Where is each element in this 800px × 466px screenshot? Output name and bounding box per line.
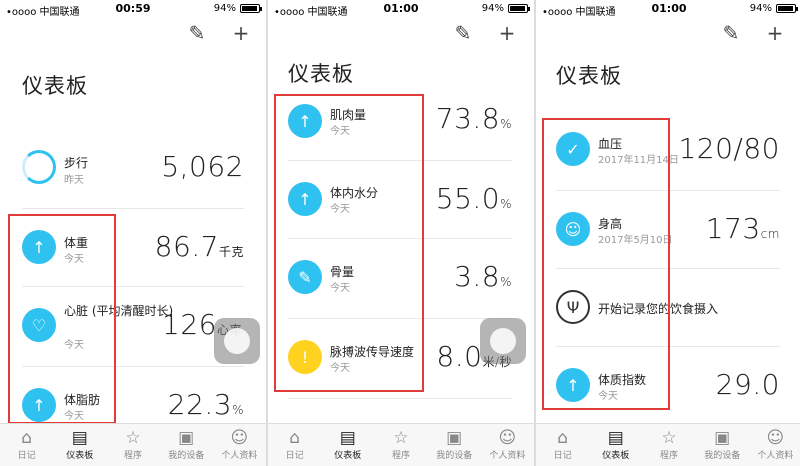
tab-programs[interactable]: ☆ 程序: [374, 424, 427, 466]
battery-icon: [508, 4, 530, 13]
tab-dashboard[interactable]: ▤ 仪表板: [321, 424, 374, 466]
status-bar: •oooo 中国联通 01:00 94%: [536, 0, 800, 18]
add-plus-icon[interactable]: +: [496, 22, 518, 44]
dashboard-icon: ▤: [607, 428, 624, 448]
phone-screen-3: •oooo 中国联通 01:00 94% ✎ + 仪表板 ✓ 血压 2017年1…: [536, 0, 800, 466]
row-value: 120/80: [678, 132, 780, 165]
highlight-box: [274, 94, 424, 392]
device-icon: ▣: [714, 428, 731, 448]
battery-percent: 94%: [749, 3, 772, 14]
tab-devices[interactable]: ▣ 我的设备: [160, 424, 213, 466]
phone-screen-1: •oooo 中国联通 00:59 94% ✎ + 仪表板 步行 昨天 5,062…: [0, 0, 266, 466]
dashboard-icon: ▤: [71, 428, 88, 448]
device-icon: ▣: [446, 428, 463, 448]
status-bar: •oooo 中国联通 01:00 94%: [268, 0, 534, 18]
tab-bar: ⌂ 日记 ▤ 仪表板 ☆ 程序 ▣ 我的设备 ☺ 个人资料: [268, 423, 534, 466]
row-value: 73.8%: [435, 102, 512, 135]
assistive-touch-button[interactable]: [214, 318, 260, 364]
battery-percent: 94%: [481, 3, 504, 14]
tab-dashboard[interactable]: ▤ 仪表板: [53, 424, 106, 466]
tab-programs[interactable]: ☆ 程序: [106, 424, 159, 466]
row-value: 29.0: [715, 368, 780, 401]
tab-bar: ⌂ 日记 ▤ 仪表板 ☆ 程序 ▣ 我的设备 ☺ 个人资料: [0, 423, 266, 466]
person-icon: ☺: [766, 428, 785, 448]
edit-pencil-icon[interactable]: ✎: [186, 22, 208, 44]
row-date: 昨天: [64, 175, 84, 186]
tab-devices[interactable]: ▣ 我的设备: [428, 424, 481, 466]
tab-devices[interactable]: ▣ 我的设备: [696, 424, 749, 466]
tab-profile[interactable]: ☺ 个人资料: [213, 424, 266, 466]
tab-diary[interactable]: ⌂ 日记: [0, 424, 53, 466]
row-value: 173cm: [705, 212, 780, 245]
page-title: 仪表板: [556, 64, 622, 88]
tab-diary[interactable]: ⌂ 日记: [268, 424, 321, 466]
add-plus-icon[interactable]: +: [764, 22, 786, 44]
status-bar: •oooo 中国联通 00:59 94%: [0, 0, 266, 18]
tab-diary[interactable]: ⌂ 日记: [536, 424, 589, 466]
row-value: 55.0%: [435, 182, 512, 215]
person-icon: ☺: [498, 428, 517, 448]
home-icon: ⌂: [289, 428, 300, 448]
device-icon: ▣: [178, 428, 195, 448]
battery-percent: 94%: [213, 3, 236, 14]
tab-profile[interactable]: ☺ 个人资料: [481, 424, 534, 466]
home-icon: ⌂: [21, 428, 32, 448]
activity-ring-icon: [22, 150, 56, 184]
tab-bar: ⌂ 日记 ▤ 仪表板 ☆ 程序 ▣ 我的设备 ☺ 个人资料: [536, 423, 800, 466]
highlight-box: [8, 214, 116, 424]
star-icon: ☆: [393, 428, 409, 448]
dashboard-row-walking[interactable]: 步行 昨天 5,062: [22, 128, 244, 209]
battery-icon: [240, 4, 262, 13]
tab-programs[interactable]: ☆ 程序: [642, 424, 695, 466]
person-icon: ☺: [230, 428, 249, 448]
row-value: 5,062: [161, 150, 244, 183]
edit-pencil-icon[interactable]: ✎: [452, 22, 474, 44]
row-value: 22.3%: [167, 388, 244, 421]
star-icon: ☆: [661, 428, 677, 448]
battery-icon: [776, 4, 798, 13]
home-icon: ⌂: [557, 428, 568, 448]
row-value: 3.8%: [454, 260, 512, 293]
assistive-touch-button[interactable]: [480, 318, 526, 364]
phone-screen-2: •oooo 中国联通 01:00 94% ✎ + 仪表板 ↑ 肌肉量 今天 73…: [268, 0, 534, 466]
page-title: 仪表板: [22, 74, 88, 98]
edit-pencil-icon[interactable]: ✎: [720, 22, 742, 44]
row-value: 86.7千克: [154, 230, 244, 263]
row-label: 步行: [64, 156, 89, 170]
add-plus-icon[interactable]: +: [230, 22, 252, 44]
star-icon: ☆: [125, 428, 141, 448]
highlight-box: [542, 118, 670, 410]
tab-dashboard[interactable]: ▤ 仪表板: [589, 424, 642, 466]
dashboard-icon: ▤: [339, 428, 356, 448]
tab-profile[interactable]: ☺ 个人资料: [749, 424, 800, 466]
